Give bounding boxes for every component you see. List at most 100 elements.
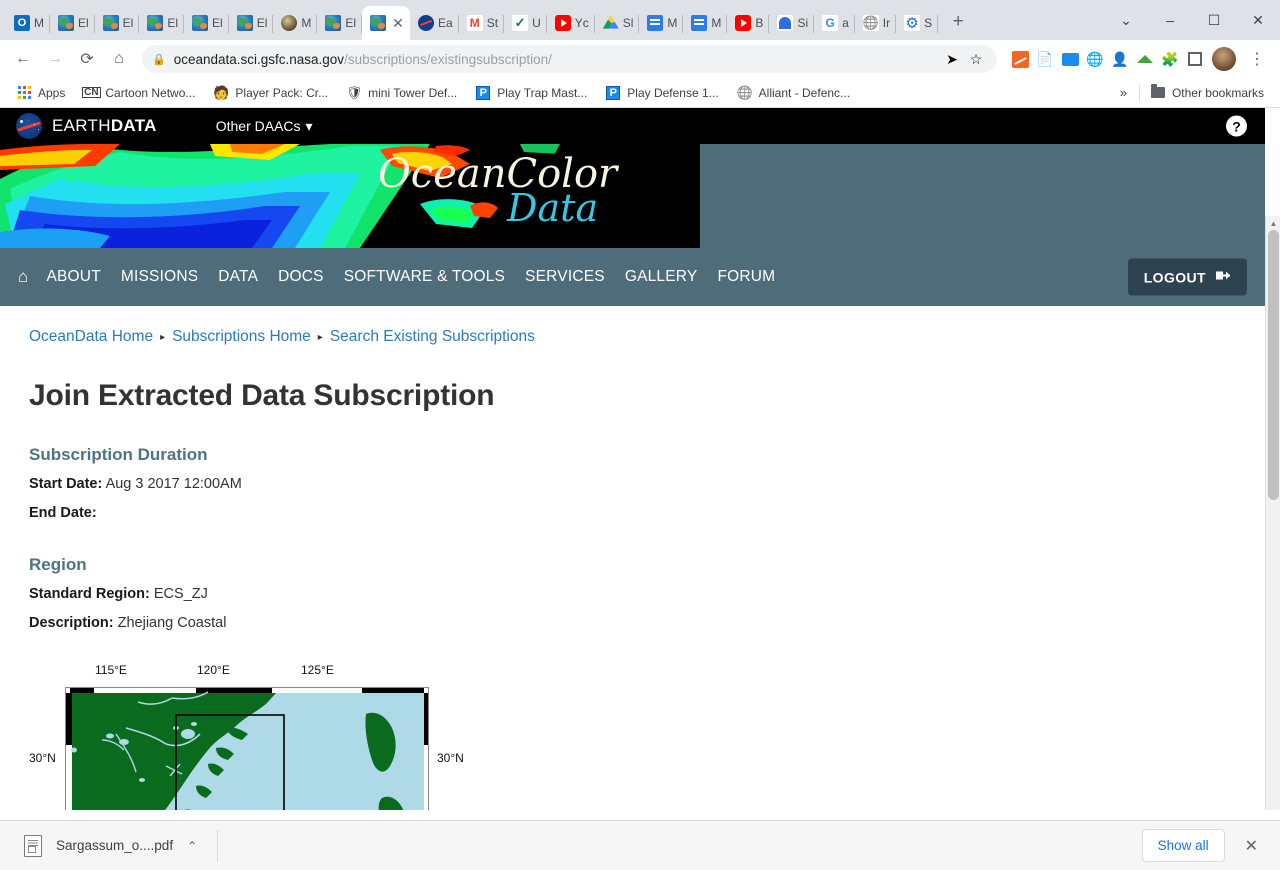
bookmark-label: mini Tower Def...: [368, 85, 458, 100]
show-all-downloads-button[interactable]: Show all: [1141, 829, 1225, 862]
other-bookmarks-button[interactable]: Other bookmarks: [1142, 82, 1272, 104]
idcard-icon[interactable]: [1059, 48, 1081, 70]
bookmark-item[interactable]: 🛡 mini Tower Def...: [338, 82, 465, 104]
nav-item-forum[interactable]: FORUM: [707, 268, 785, 286]
browser-tab[interactable]: U: [504, 6, 547, 40]
breadcrumb: OceanData Home ▸ Subscriptions Home ▸ Search…: [29, 328, 1236, 346]
nav-item-about[interactable]: ABOUT: [36, 268, 110, 286]
close-window-button[interactable]: ✕: [1236, 4, 1280, 36]
outlook-icon: [14, 15, 30, 31]
minimize-button[interactable]: –: [1148, 4, 1192, 36]
address-bar[interactable]: 🔒 oceandata.sci.gsfc.nasa.gov/subscripti…: [142, 45, 997, 73]
browser-tab[interactable]: B: [727, 6, 770, 40]
browser-tab[interactable]: Sl: [595, 6, 640, 40]
breadcrumb-link[interactable]: Search Existing Subscriptions: [330, 328, 535, 346]
chevron-up-icon[interactable]: ⌃: [187, 839, 197, 853]
browser-tab[interactable]: S: [896, 6, 939, 40]
docs-icon: [647, 15, 664, 31]
google-icon: [822, 15, 839, 31]
nav-item-software-tools[interactable]: SOFTWARE & TOOLS: [334, 268, 515, 286]
bookmark-item[interactable]: Apps: [8, 82, 73, 104]
tab-strip: M El El El El El M El ✕ Ea St U Yc Sl M M B Si a Ir S + ⌄ – …: [0, 0, 1280, 40]
snip-icon[interactable]: 📄: [1034, 48, 1056, 70]
browser-tab[interactable]: M: [683, 6, 728, 40]
browser-tab[interactable]: El: [229, 6, 274, 40]
tab-close-icon[interactable]: ✕: [390, 15, 406, 31]
extension-icons: 📄 🌐 👤 🧩: [1005, 48, 1206, 70]
nav-item-missions[interactable]: MISSIONS: [111, 268, 208, 286]
field-description-value: Zhejiang Coastal: [117, 615, 227, 631]
contacts-icon[interactable]: 👤: [1109, 48, 1131, 70]
scrollbar-thumb[interactable]: [1268, 230, 1279, 500]
browser-tab[interactable]: St: [459, 6, 505, 40]
download-shelf: Sargassum_o....pdf ⌃ Show all ✕: [0, 820, 1280, 870]
field-description: Description: Zhejiang Coastal: [29, 613, 1236, 633]
new-tab-button[interactable]: +: [944, 8, 972, 36]
browser-tab[interactable]: Yc: [547, 6, 595, 40]
bookmark-star-icon[interactable]: ☆: [965, 48, 987, 70]
other-daacs-menu[interactable]: Other DAACs ▾: [216, 118, 313, 135]
section-heading-duration: Subscription Duration: [29, 445, 208, 464]
bookmark-item[interactable]: P Play Trap Mast...: [467, 82, 595, 104]
avatar[interactable]: [1212, 47, 1236, 71]
browser-tab[interactable]: M: [6, 6, 50, 40]
earthdata-title[interactable]: EARTHDATA: [52, 116, 157, 136]
browser-tab[interactable]: El: [139, 6, 184, 40]
banner-wordmark: OceanColor Data: [378, 153, 617, 227]
blue-globe-icon[interactable]: 🌐: [1084, 48, 1106, 70]
tab-label: B: [755, 16, 764, 30]
logout-button[interactable]: LOGOUT: [1127, 258, 1247, 296]
browser-tab[interactable]: a: [814, 6, 855, 40]
home-icon[interactable]: ⌂: [104, 44, 134, 74]
browser-tab[interactable]: El: [184, 6, 229, 40]
cn-icon: CN: [82, 87, 101, 98]
browser-tab-active[interactable]: ✕: [362, 6, 411, 40]
analytics-icon[interactable]: [1009, 48, 1031, 70]
browser-tab[interactable]: El: [95, 6, 140, 40]
maximize-button[interactable]: ☐: [1192, 4, 1236, 36]
browser-tab[interactable]: Ea: [410, 6, 459, 40]
map-lat-label-right: 30°N: [437, 751, 464, 765]
reload-icon[interactable]: ⟳: [72, 44, 102, 74]
page-scrollbar[interactable]: ▲ ▼: [1265, 216, 1280, 810]
bookmark-item[interactable]: 🧑 Player Pack: Cr...: [205, 82, 336, 104]
url-path: /subscriptions/existingsubscription/: [344, 51, 552, 67]
chrome-menu-icon[interactable]: ⋮: [1242, 44, 1272, 74]
green-chevron-icon[interactable]: [1134, 48, 1156, 70]
browser-tab[interactable]: Ir: [855, 6, 897, 40]
nasa-icon: [418, 15, 435, 31]
download-item[interactable]: Sargassum_o....pdf ⌃: [16, 829, 211, 863]
share-icon[interactable]: ➤: [941, 48, 963, 70]
other-daacs-label: Other DAACs: [215, 118, 301, 134]
browser-tab[interactable]: M: [639, 6, 684, 40]
tab-search-button[interactable]: ⌄: [1104, 4, 1148, 36]
puzzle-icon[interactable]: 🧩: [1159, 48, 1181, 70]
scroll-up-arrow[interactable]: ▲: [1266, 216, 1280, 230]
dark-globe-icon: [281, 15, 298, 31]
gmail-icon: [466, 15, 483, 31]
back-icon[interactable]: ←: [8, 44, 38, 74]
browser-tab[interactable]: El: [317, 6, 362, 40]
bookmarks-overflow-icon[interactable]: »: [1110, 85, 1137, 100]
bookmark-item[interactable]: 🌐 Alliant - Defenc...: [729, 82, 858, 104]
square-icon[interactable]: [1184, 48, 1206, 70]
browser-toolbar: ← → ⟳ ⌂ 🔒 oceandata.sci.gsfc.nasa.gov/su…: [0, 40, 1280, 78]
close-shelf-icon[interactable]: ✕: [1239, 836, 1264, 856]
breadcrumb-link[interactable]: OceanData Home: [29, 328, 153, 346]
nav-item-services[interactable]: SERVICES: [515, 268, 615, 286]
breadcrumb-link[interactable]: Subscriptions Home: [172, 328, 311, 346]
forward-icon[interactable]: →: [40, 44, 70, 74]
nav-home-icon[interactable]: ⌂: [14, 267, 36, 287]
nav-item-gallery[interactable]: GALLERY: [615, 268, 708, 286]
tab-label: El: [78, 16, 89, 30]
browser-tab[interactable]: El: [50, 6, 95, 40]
nav-item-data[interactable]: DATA: [208, 268, 268, 286]
gear-icon: [904, 15, 921, 31]
bookmark-item[interactable]: CN Cartoon Netwo...: [75, 82, 203, 104]
bookmark-item[interactable]: P Play Defense 1...: [597, 82, 726, 104]
nasa-meatball-icon[interactable]: [16, 113, 42, 139]
browser-tab[interactable]: Si: [769, 6, 814, 40]
nav-item-docs[interactable]: DOCS: [268, 268, 334, 286]
help-icon[interactable]: ?: [1226, 115, 1247, 137]
browser-tab[interactable]: M: [273, 6, 318, 40]
